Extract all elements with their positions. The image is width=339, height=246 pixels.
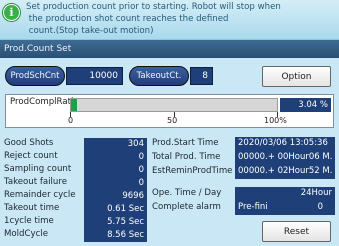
info-message: Set production count prior to starting. … — [26, 2, 281, 36]
takeout-failure-label: Takeout failure — [4, 177, 67, 187]
sampling-count-label: Sampling count — [4, 164, 72, 174]
remainder-cycle-value: 9696 — [84, 190, 147, 203]
ope-time-day-value: 24Hour — [235, 187, 335, 201]
tick-label-100: 100% — [264, 116, 287, 125]
completion-progress-fill — [71, 99, 78, 111]
one-cycle-time-label: 1cycle time — [4, 216, 54, 226]
info-banner: i Set production count prior to starting… — [0, 0, 339, 40]
total-prod-time-label: Total Prod. Time — [152, 152, 221, 162]
est-remain-time-value: 00000.+ 02Hour52 M. — [235, 165, 335, 179]
one-cycle-time-value: 5.75 Sec — [84, 216, 147, 229]
remainder-cycle-label: Remainder cycle — [4, 190, 76, 200]
prod-sch-cnt-value: 10000 — [66, 67, 123, 85]
complete-alarm-mode: Pre-fini — [238, 202, 268, 212]
est-remain-time-label: EstReminProdTime — [152, 166, 233, 176]
takeout-failure-value: 0 — [84, 177, 147, 190]
good-shots-label: Good Shots — [4, 138, 54, 148]
completion-progress-bar — [70, 98, 278, 112]
sampling-count-value: 0 — [84, 164, 147, 177]
takeout-count-value: 8 — [190, 67, 213, 85]
prod-start-time-value: 2020/03/06 13:05:36 — [235, 137, 335, 151]
total-prod-time-value: 00000.+ 00Hour06 M. — [235, 151, 335, 165]
info-icon: i — [3, 4, 20, 21]
prod-start-time-label: Prod.Start Time — [152, 138, 219, 148]
complete-alarm-field[interactable]: Pre-fini 0 — [235, 201, 335, 215]
mold-cycle-label: MoldCycle — [4, 229, 49, 239]
completion-ratio-label: ProdComplRatio — [10, 97, 79, 107]
prod-sch-cnt-button[interactable]: ProdSchCnt — [5, 66, 65, 86]
reset-button[interactable]: Reset — [262, 221, 331, 242]
reject-count-label: Reject count — [4, 151, 58, 161]
complete-alarm-value: 0 — [317, 202, 323, 212]
completion-ratio-value: 3.04 % — [280, 98, 331, 112]
takeout-time-label: Takeout time — [4, 203, 60, 213]
ope-time-day-label: Ope. Time / Day — [152, 188, 222, 198]
tick-label-0: 0 — [68, 116, 74, 125]
good-shots-value: 304 — [84, 138, 147, 151]
complete-alarm-label: Complete alarm — [152, 202, 221, 212]
section-header: Prod.Count Set — [0, 40, 339, 58]
takeout-time-value: 0.61 Sec — [84, 203, 147, 216]
reject-count-value: 0 — [84, 151, 147, 164]
mold-cycle-value: 8.56 Sec — [84, 229, 147, 242]
takeout-count-button[interactable]: TakeoutCt. — [129, 66, 189, 86]
tick-label-50: 50 — [167, 116, 178, 125]
completion-ratio-panel: ProdComplRatio 3.04 % 0 50 100% — [5, 94, 334, 128]
option-button[interactable]: Option — [262, 66, 331, 87]
